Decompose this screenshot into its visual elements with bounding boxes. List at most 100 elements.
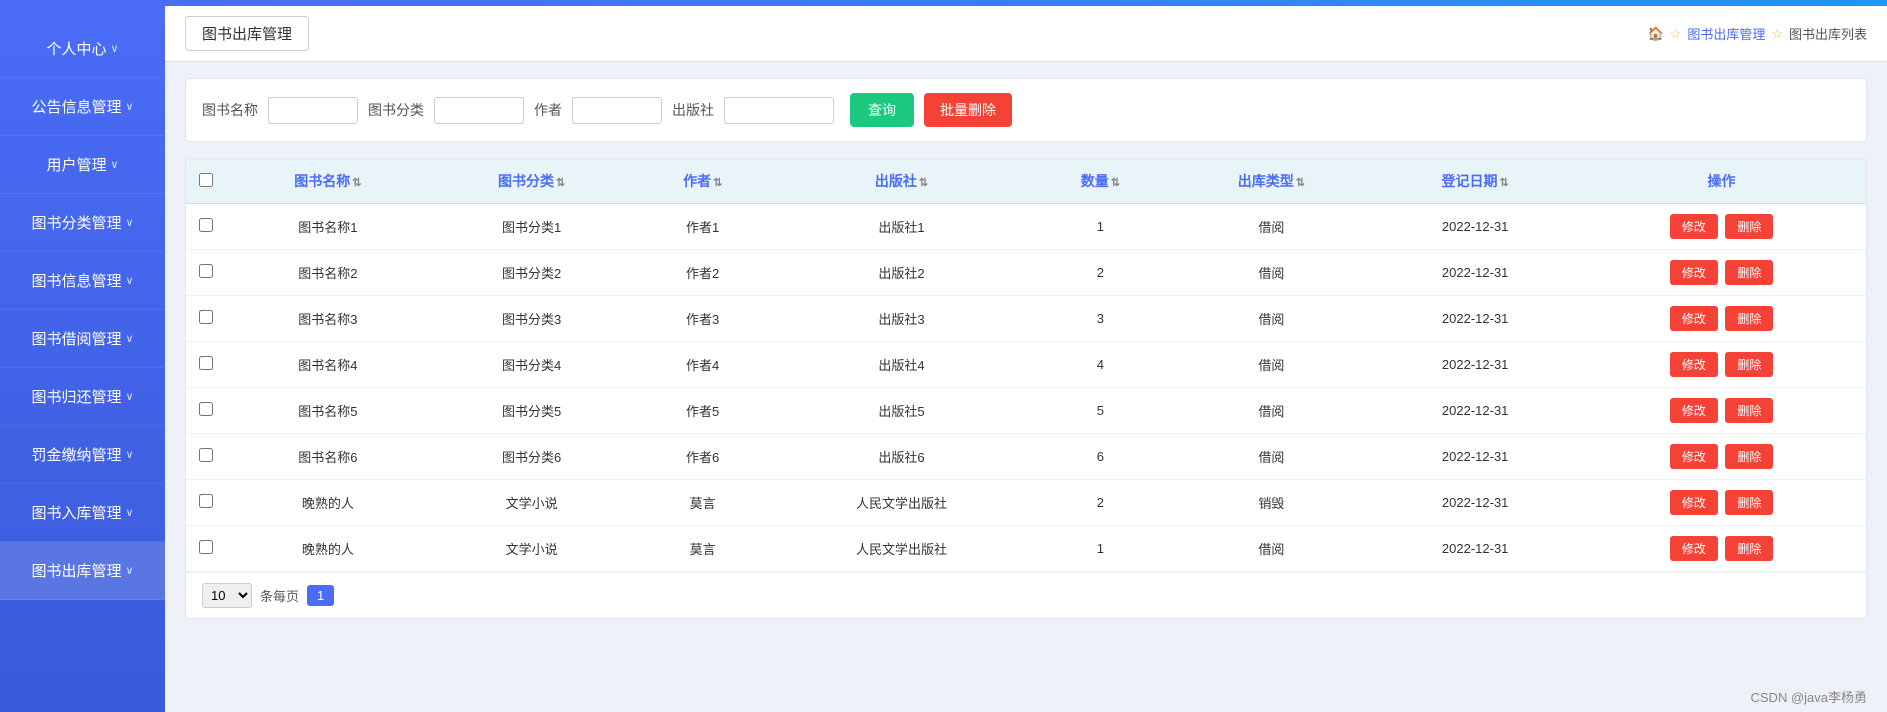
sidebar-item-book-outstock[interactable]: 图书出库管理 ∨ [0,542,165,600]
data-table: 图书名称⇅ 图书分类⇅ 作者⇅ 出版社⇅ 数量⇅ 出库类型⇅ 登记日期⇅ 操作 … [186,159,1866,572]
row-checkbox-6[interactable] [199,494,213,508]
edit-button-1[interactable]: 修改 [1670,260,1718,285]
chevron-down-icon: ∨ [110,42,118,55]
delete-button-2[interactable]: 删除 [1725,306,1773,331]
sidebar-item-book-borrow[interactable]: 图书借阅管理 ∨ [0,310,165,368]
header-register-date: 登记日期⇅ [1373,159,1577,204]
sort-icon-register-date[interactable]: ⇅ [1500,177,1509,189]
sidebar-item-label: 个人中心 [46,38,106,59]
row-checkbox-4[interactable] [199,402,213,416]
row-checkbox-7[interactable] [199,540,213,554]
row-checkbox-cell [186,250,226,296]
row-quantity: 2 [1031,480,1169,526]
delete-button-4[interactable]: 删除 [1725,398,1773,423]
table-row: 图书名称3 图书分类3 作者3 出版社3 3 借阅 2022-12-31 修改 … [186,296,1866,342]
book-category-label: 图书分类 [368,100,424,120]
row-outstock-type: 借阅 [1170,342,1374,388]
table-row: 图书名称4 图书分类4 作者4 出版社4 4 借阅 2022-12-31 修改 … [186,342,1866,388]
sidebar-item-book-category[interactable]: 图书分类管理 ∨ [0,194,165,252]
sort-icon-publisher[interactable]: ⇅ [919,177,928,189]
row-quantity: 2 [1031,250,1169,296]
row-author: 作者1 [634,204,772,250]
edit-button-4[interactable]: 修改 [1670,398,1718,423]
row-book-name: 图书名称3 [226,296,430,342]
row-checkbox-1[interactable] [199,264,213,278]
row-checkbox-2[interactable] [199,310,213,324]
row-book-category: 图书分类3 [430,296,634,342]
row-quantity: 1 [1031,204,1169,250]
row-quantity: 4 [1031,342,1169,388]
batch-delete-button[interactable]: 批量删除 [924,93,1012,127]
row-publisher: 出版社1 [772,204,1031,250]
sidebar-item-personal-center[interactable]: 个人中心 ∨ [0,20,165,78]
author-input[interactable] [572,97,662,124]
row-action: 修改 删除 [1577,296,1866,342]
sidebar-item-book-info[interactable]: 图书信息管理 ∨ [0,252,165,310]
sidebar-item-notice-management[interactable]: 公告信息管理 ∨ [0,78,165,136]
home-icon: 🏠 [1647,26,1663,42]
breadcrumb-link-2: 图书出库列表 [1789,24,1867,43]
sidebar-item-user-management[interactable]: 用户管理 ∨ [0,136,165,194]
page-size-select[interactable]: 10 20 50 [202,583,252,608]
header-quantity: 数量⇅ [1031,159,1169,204]
row-checkbox-3[interactable] [199,356,213,370]
row-checkbox-cell [186,480,226,526]
row-outstock-type: 销毁 [1170,480,1374,526]
book-name-input[interactable] [268,97,358,124]
row-checkbox-5[interactable] [199,448,213,462]
row-book-category: 文学小说 [430,526,634,572]
sort-icon-outstock-type[interactable]: ⇅ [1296,177,1305,189]
row-outstock-type: 借阅 [1170,296,1374,342]
row-checkbox-cell [186,342,226,388]
sort-icon-book-name[interactable]: ⇅ [352,177,361,189]
row-register-date: 2022-12-31 [1373,342,1577,388]
page-title: 图书出库管理 [185,16,309,51]
chevron-down-icon: ∨ [125,390,133,403]
delete-button-0[interactable]: 删除 [1725,214,1773,239]
row-author: 作者6 [634,434,772,480]
header-author: 作者⇅ [634,159,772,204]
row-register-date: 2022-12-31 [1373,526,1577,572]
sidebar-item-book-return[interactable]: 图书归还管理 ∨ [0,368,165,426]
select-all-checkbox[interactable] [199,173,213,187]
edit-button-7[interactable]: 修改 [1670,536,1718,561]
book-category-input[interactable] [434,97,524,124]
row-register-date: 2022-12-31 [1373,388,1577,434]
row-checkbox-cell [186,296,226,342]
row-checkbox-cell [186,204,226,250]
breadcrumb-link-1[interactable]: 图书出库管理 [1687,24,1765,43]
row-register-date: 2022-12-31 [1373,296,1577,342]
sidebar-item-book-instock[interactable]: 图书入库管理 ∨ [0,484,165,542]
current-page-number[interactable]: 1 [307,585,334,606]
edit-button-0[interactable]: 修改 [1670,214,1718,239]
delete-button-6[interactable]: 删除 [1725,490,1773,515]
row-register-date: 2022-12-31 [1373,250,1577,296]
edit-button-6[interactable]: 修改 [1670,490,1718,515]
query-button[interactable]: 查询 [850,93,914,127]
header-publisher: 出版社⇅ [772,159,1031,204]
edit-button-2[interactable]: 修改 [1670,306,1718,331]
delete-button-5[interactable]: 删除 [1725,444,1773,469]
page-size-label: 条每页 [260,586,299,605]
edit-button-5[interactable]: 修改 [1670,444,1718,469]
sort-icon-quantity[interactable]: ⇅ [1111,177,1120,189]
chevron-down-icon: ∨ [125,564,133,577]
sidebar-item-label: 公告信息管理 [31,96,121,117]
table-row: 晚熟的人 文学小说 莫言 人民文学出版社 2 销毁 2022-12-31 修改 … [186,480,1866,526]
sidebar-item-fine-management[interactable]: 罚金缴纳管理 ∨ [0,426,165,484]
delete-button-1[interactable]: 删除 [1725,260,1773,285]
row-book-category: 图书分类6 [430,434,634,480]
delete-button-7[interactable]: 删除 [1725,536,1773,561]
row-checkbox-0[interactable] [199,218,213,232]
chevron-down-icon: ∨ [125,448,133,461]
publisher-input[interactable] [724,97,834,124]
sort-icon-author[interactable]: ⇅ [713,177,722,189]
row-publisher: 出版社5 [772,388,1031,434]
footer-note: CSDN @java李杨勇 [165,681,1887,712]
sort-icon-book-category[interactable]: ⇅ [556,177,565,189]
row-checkbox-cell [186,388,226,434]
edit-button-3[interactable]: 修改 [1670,352,1718,377]
chevron-down-icon: ∨ [125,216,133,229]
delete-button-3[interactable]: 删除 [1725,352,1773,377]
row-book-name: 晚熟的人 [226,480,430,526]
